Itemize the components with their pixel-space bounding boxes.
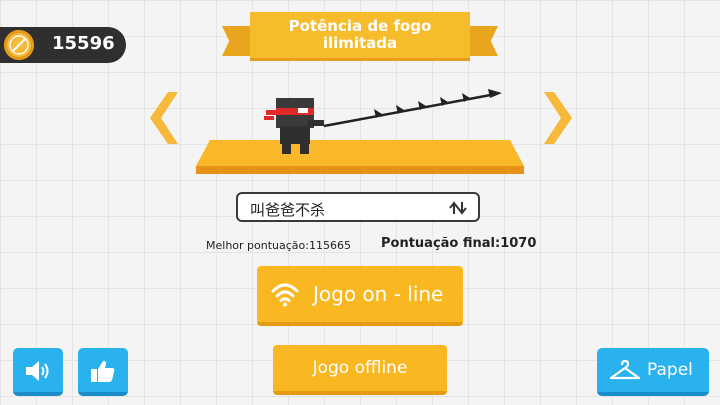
final-score: Pontuação final:1070 bbox=[381, 236, 537, 251]
mode-banner: Potência de fogo ilimitada bbox=[222, 12, 498, 64]
shuffle-icon[interactable] bbox=[448, 200, 468, 216]
online-game-button[interactable]: Jogo on - line bbox=[257, 266, 463, 326]
wifi-icon bbox=[271, 283, 299, 307]
offline-game-label: Jogo offline bbox=[312, 358, 408, 378]
player-name: 叫爸爸不杀 bbox=[250, 201, 326, 219]
player-name-field[interactable]: 叫爸爸不杀 bbox=[236, 192, 480, 222]
coin-count: 15596 bbox=[52, 33, 115, 54]
sound-button[interactable] bbox=[13, 348, 63, 396]
thumbs-up-icon bbox=[91, 360, 115, 382]
banner-title: Potência de fogo ilimitada bbox=[250, 12, 470, 61]
coin-counter: 15596 bbox=[0, 27, 126, 63]
ninja-character bbox=[264, 89, 502, 154]
coin-icon bbox=[4, 30, 34, 60]
next-character-arrow-icon[interactable] bbox=[542, 92, 572, 144]
offline-game-button[interactable]: Jogo offline bbox=[273, 345, 447, 395]
paper-skin-label: Papel bbox=[647, 360, 693, 380]
online-game-label: Jogo on - line bbox=[313, 282, 444, 306]
paper-skin-button[interactable]: Papel bbox=[597, 348, 709, 396]
previous-character-arrow-icon[interactable] bbox=[150, 92, 180, 144]
best-score: Melhor pontuação:115665 bbox=[206, 239, 351, 252]
speaker-icon bbox=[26, 361, 49, 381]
like-button[interactable] bbox=[78, 348, 128, 396]
platform-edge bbox=[196, 166, 524, 174]
hanger-icon bbox=[609, 360, 641, 380]
